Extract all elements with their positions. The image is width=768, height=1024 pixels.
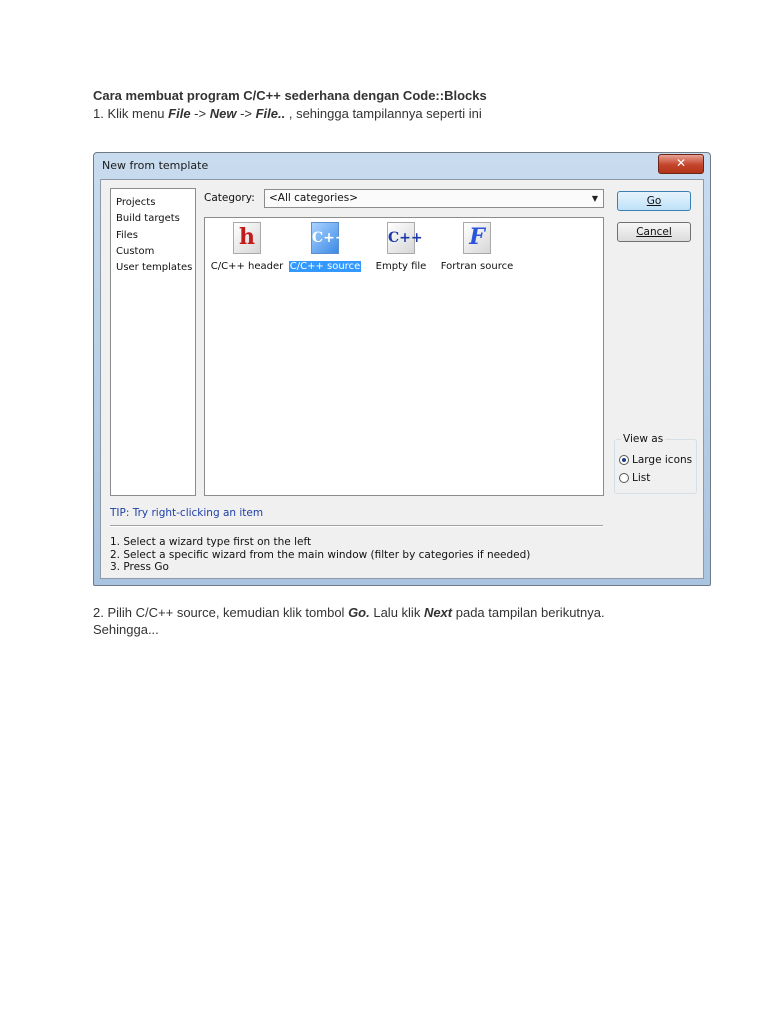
template-c-cpp-source[interactable]: C++ C/C++ source	[285, 222, 365, 273]
close-icon: ✕	[675, 156, 687, 170]
view-as-label: View as	[621, 433, 666, 445]
list-option[interactable]: List	[619, 472, 650, 484]
category-value: <All categories>	[269, 192, 358, 204]
step-2-line-2: Sehingga...	[93, 622, 159, 637]
step-2-go: Go.	[348, 605, 370, 620]
step-1-arrow-1: ->	[190, 106, 210, 121]
instruction-line: 1. Select a wizard type first on the lef…	[110, 536, 312, 548]
wizard-type-projects[interactable]: Projects	[116, 195, 195, 211]
instructions: 1. Select a wizard type first on the lef…	[110, 536, 530, 574]
new-from-template-dialog-screenshot: New from template ✕ Projects Build targe…	[93, 152, 711, 586]
template-label: Empty file	[375, 261, 427, 272]
dialog-titlebar: New from template ✕	[94, 153, 710, 179]
dialog-client-area: Projects Build targets Files Custom User…	[100, 179, 704, 579]
tip-text: TIP: Try right-clicking an item	[110, 507, 264, 519]
large-icons-option[interactable]: Large icons	[619, 454, 692, 466]
go-button[interactable]: Go	[617, 191, 691, 211]
fortran-file-icon: F	[461, 222, 493, 254]
step-2-mid: Lalu klik	[369, 605, 424, 620]
cancel-button[interactable]: Cancel	[617, 222, 691, 242]
template-fortran-source[interactable]: F Fortran source	[437, 222, 517, 273]
step-1-arrow-2: ->	[236, 106, 256, 121]
divider	[110, 525, 603, 527]
document-title: Cara membuat program C/C++ sederhana den…	[93, 88, 487, 103]
instruction-line: 3. Press Go	[110, 561, 169, 573]
large-icons-label: Large icons	[632, 454, 693, 466]
step-1-prefix: 1. Klik menu	[93, 106, 169, 121]
instruction-line: 2. Select a specific wizard from the mai…	[110, 548, 531, 561]
step-1-suffix: , sehingga tampilannya seperti ini	[285, 106, 482, 121]
step-2-suffix: pada tampilan berikutnya.	[452, 605, 605, 620]
source-file-icon: C++	[309, 222, 347, 254]
list-label: List	[632, 472, 651, 484]
radio-unselected-icon	[619, 473, 629, 483]
template-label: C/C++ header	[210, 261, 284, 272]
category-label: Category:	[204, 192, 255, 204]
template-c-cpp-header[interactable]: h C/C++ header	[207, 222, 287, 273]
empty-file-icon: C++	[385, 222, 423, 254]
category-dropdown[interactable]: <All categories> ▼	[264, 189, 604, 208]
wizard-type-user-templates[interactable]: User templates	[116, 260, 195, 276]
step-2-text: 2. Pilih C/C++ source, kemudian klik tom…	[93, 604, 693, 638]
header-file-icon: h	[231, 222, 263, 254]
step-1-file-dots: File..	[255, 106, 286, 121]
wizard-type-build-targets[interactable]: Build targets	[116, 211, 195, 227]
wizard-type-custom[interactable]: Custom	[116, 244, 195, 260]
step-1-file: File	[168, 106, 191, 121]
view-as-group: View as Large icons List	[614, 433, 697, 494]
template-label: C/C++ source	[288, 261, 362, 272]
dialog-title: New from template	[102, 159, 209, 172]
step-2-next: Next	[423, 605, 453, 620]
close-button[interactable]: ✕	[658, 154, 704, 174]
step-1-new: New	[209, 106, 237, 121]
wizard-type-files[interactable]: Files	[116, 228, 195, 244]
radio-selected-icon	[619, 455, 629, 465]
template-list-pane: h C/C++ header C++ C/C++ source C++ Empt…	[204, 217, 604, 496]
wizard-type-list: Projects Build targets Files Custom User…	[110, 188, 196, 496]
step-1-text: 1. Klik menu File -> New -> File.. , seh…	[93, 106, 482, 121]
step-2-prefix: 2. Pilih C/C++ source, kemudian klik tom…	[93, 605, 349, 620]
template-label: Fortran source	[440, 261, 514, 272]
chevron-down-icon: ▼	[591, 194, 598, 203]
template-empty-file[interactable]: C++ Empty file	[361, 222, 441, 273]
